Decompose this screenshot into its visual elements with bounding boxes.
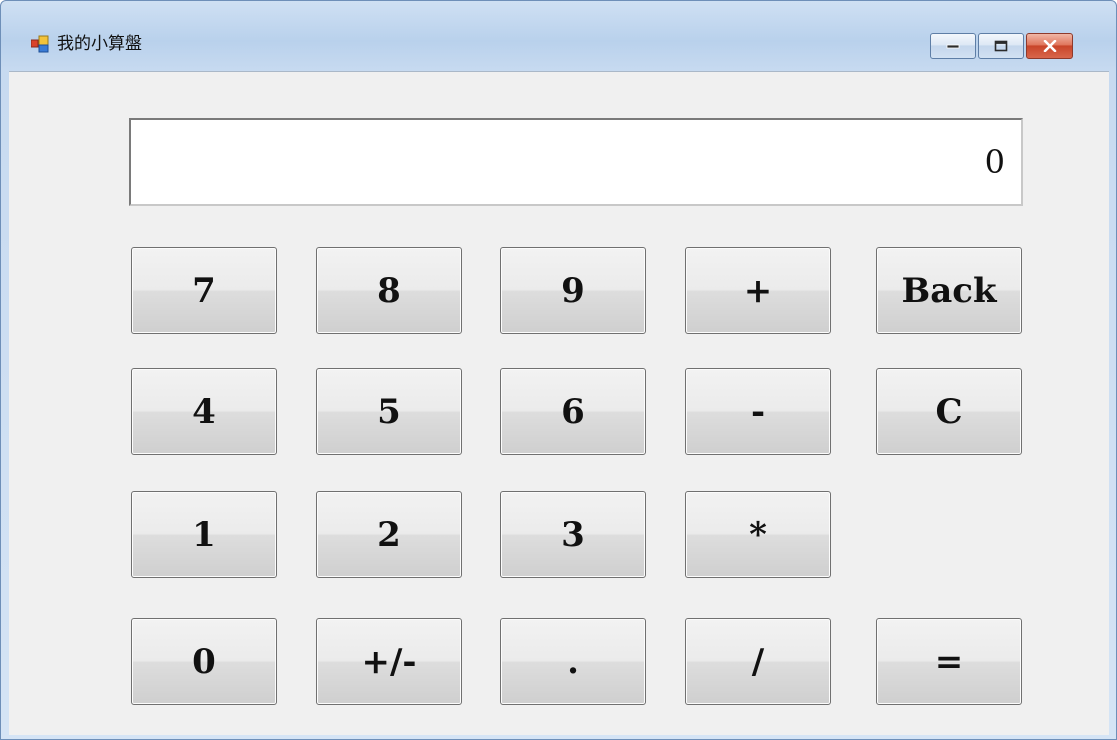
close-icon: [1043, 40, 1056, 52]
key-multiply[interactable]: *: [685, 491, 831, 578]
app-window-icon: [30, 35, 49, 53]
key-4[interactable]: 4: [131, 368, 277, 455]
minimize-button[interactable]: [930, 33, 976, 59]
key-divide[interactable]: /: [685, 618, 831, 705]
key-decimal[interactable]: .: [500, 618, 646, 705]
key-3[interactable]: 3: [500, 491, 646, 578]
key-1[interactable]: 1: [131, 491, 277, 578]
key-back[interactable]: Back: [876, 247, 1022, 334]
key-plus[interactable]: +: [685, 247, 831, 334]
key-negate[interactable]: +/-: [316, 618, 462, 705]
maximize-icon: [994, 40, 1008, 52]
key-equals[interactable]: =: [876, 618, 1022, 705]
caption-buttons: [930, 33, 1073, 59]
window-title: 我的小算盤: [57, 34, 142, 54]
key-minus[interactable]: -: [685, 368, 831, 455]
key-clear[interactable]: C: [876, 368, 1022, 455]
key-7[interactable]: 7: [131, 247, 277, 334]
key-8[interactable]: 8: [316, 247, 462, 334]
calculator-window: 我的小算盤 0 7 8 9 + Back 4 5 6 - C 1 2 3 * 0…: [0, 0, 1117, 740]
key-9[interactable]: 9: [500, 247, 646, 334]
key-0[interactable]: 0: [131, 618, 277, 705]
key-2[interactable]: 2: [316, 491, 462, 578]
close-button[interactable]: [1026, 33, 1073, 59]
calculator-body: 0 7 8 9 + Back 4 5 6 - C 1 2 3 * 0 +/- .…: [9, 71, 1109, 735]
key-6[interactable]: 6: [500, 368, 646, 455]
title-bar[interactable]: 我的小算盤: [1, 1, 1116, 71]
minimize-icon: [946, 44, 960, 49]
key-5[interactable]: 5: [316, 368, 462, 455]
result-display[interactable]: 0: [129, 118, 1023, 206]
maximize-button[interactable]: [978, 33, 1024, 59]
